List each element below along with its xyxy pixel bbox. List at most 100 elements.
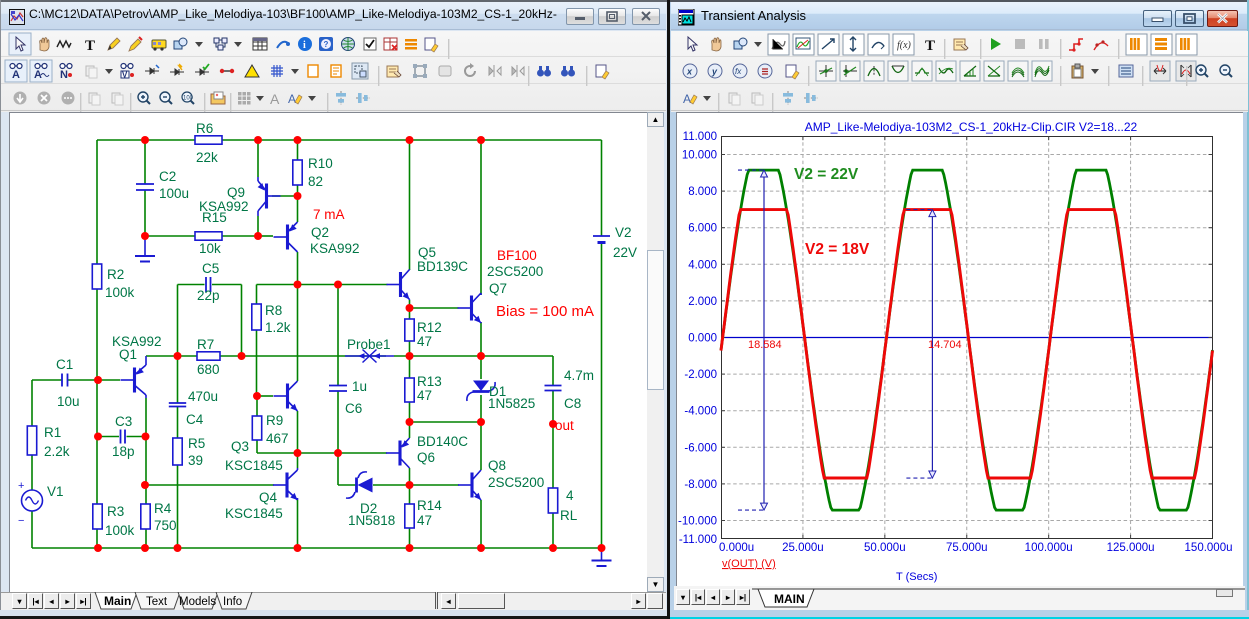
svg-text:11.000: 11.000 — [683, 131, 717, 143]
svg-text:R12: R12 — [417, 320, 442, 335]
svg-text:Q6: Q6 — [417, 450, 435, 465]
svg-text:AMP_Like-Melodiya-103M2_CS-1_2: AMP_Like-Melodiya-103M2_CS-1_20kHz-Clip.… — [805, 120, 1138, 134]
svg-text:50.000u: 50.000u — [864, 542, 906, 554]
svg-text:Q2: Q2 — [311, 225, 329, 240]
svg-text:Q9: Q9 — [227, 185, 245, 200]
svg-text:1u: 1u — [352, 379, 367, 394]
svg-text:MAIN: MAIN — [774, 592, 805, 606]
svg-text:out: out — [555, 418, 574, 433]
svg-text:Main: Main — [104, 594, 131, 608]
svg-text:R7: R7 — [197, 337, 214, 352]
svg-text:467: 467 — [266, 431, 289, 446]
svg-text:T (Secs): T (Secs) — [896, 571, 937, 583]
svg-text:2.000: 2.000 — [688, 296, 717, 308]
svg-text:22p: 22p — [197, 288, 220, 303]
svg-text:V2: V2 — [615, 225, 632, 240]
svg-text:-11.000: -11.000 — [679, 534, 717, 546]
svg-text:C6: C6 — [345, 401, 362, 416]
svg-text:2SC5200: 2SC5200 — [488, 475, 544, 490]
svg-text:BF100: BF100 — [497, 248, 537, 263]
svg-text:150.000u: 150.000u — [1185, 542, 1233, 554]
svg-text:6.000: 6.000 — [688, 223, 717, 235]
svg-text:V1: V1 — [47, 484, 64, 499]
svg-text:R5: R5 — [188, 436, 205, 451]
svg-text:22k: 22k — [196, 150, 218, 165]
svg-text:100u: 100u — [159, 186, 189, 201]
svg-text:R3: R3 — [107, 504, 124, 519]
svg-text:14.704: 14.704 — [928, 339, 962, 351]
svg-text:22V: 22V — [613, 245, 637, 260]
svg-text:470u: 470u — [188, 389, 218, 404]
svg-text:-6.000: -6.000 — [684, 442, 717, 454]
svg-text:100k: 100k — [105, 523, 135, 538]
svg-text:KSA992: KSA992 — [310, 241, 360, 256]
svg-text:R8: R8 — [265, 303, 282, 318]
svg-text:-2.000: -2.000 — [684, 369, 717, 381]
svg-text:10u: 10u — [57, 394, 80, 409]
svg-text:8.000: 8.000 — [688, 186, 717, 198]
svg-text:Models: Models — [179, 596, 216, 608]
svg-text:R14: R14 — [417, 498, 442, 513]
svg-text:Q5: Q5 — [418, 245, 436, 260]
svg-text:C4: C4 — [186, 412, 204, 427]
svg-text:18p: 18p — [112, 444, 135, 459]
svg-text:R1: R1 — [44, 425, 61, 440]
svg-text:0.000: 0.000 — [688, 333, 717, 345]
svg-text:Q3: Q3 — [231, 439, 249, 454]
svg-text:C5: C5 — [202, 261, 219, 276]
svg-text:0.000u: 0.000u — [719, 542, 754, 554]
svg-text:R4: R4 — [154, 501, 172, 516]
svg-text:25.000u: 25.000u — [782, 542, 824, 554]
svg-text:Info: Info — [223, 596, 242, 608]
svg-text:680: 680 — [197, 362, 220, 377]
svg-text:+: + — [18, 480, 24, 492]
svg-text:RL: RL — [560, 508, 578, 523]
svg-text:Bias = 100 mA: Bias = 100 mA — [496, 303, 594, 320]
svg-text:R10: R10 — [308, 156, 333, 171]
svg-text:4: 4 — [566, 488, 574, 503]
svg-text:-4.000: -4.000 — [684, 406, 717, 418]
svg-text:Q4: Q4 — [259, 490, 278, 505]
svg-text:47: 47 — [417, 388, 432, 403]
svg-text:4.000: 4.000 — [688, 259, 717, 271]
svg-text:C2: C2 — [159, 169, 176, 184]
svg-text:100.000u: 100.000u — [1025, 542, 1073, 554]
svg-text:KSC1845: KSC1845 — [225, 458, 283, 473]
svg-text:39: 39 — [188, 453, 203, 468]
svg-text:47: 47 — [417, 513, 432, 528]
svg-text:Probe1: Probe1 — [347, 337, 391, 352]
svg-text:C3: C3 — [115, 414, 132, 429]
svg-text:R13: R13 — [417, 374, 442, 389]
svg-text:2.2k: 2.2k — [44, 444, 70, 459]
svg-text:18.584: 18.584 — [748, 339, 782, 351]
svg-text:7 mA: 7 mA — [313, 207, 345, 222]
svg-text:R6: R6 — [196, 121, 213, 136]
svg-text:1N5825: 1N5825 — [488, 396, 535, 411]
svg-text:V2 = 18V: V2 = 18V — [805, 241, 870, 258]
svg-text:82: 82 — [308, 174, 323, 189]
svg-text:KSA992: KSA992 — [199, 199, 249, 214]
svg-text:Q1: Q1 — [119, 347, 137, 362]
svg-text:-8.000: -8.000 — [684, 479, 717, 491]
svg-text:v(OUT) (V): v(OUT) (V) — [722, 558, 776, 570]
svg-text:C8: C8 — [564, 396, 581, 411]
svg-text:Q8: Q8 — [488, 458, 506, 473]
svg-text:BD139C: BD139C — [417, 259, 468, 274]
svg-text:−: − — [18, 515, 24, 527]
svg-text:125.000u: 125.000u — [1107, 542, 1155, 554]
svg-text:Text: Text — [146, 596, 168, 608]
svg-text:10k: 10k — [199, 241, 221, 256]
svg-text:R2: R2 — [107, 267, 124, 282]
svg-text:47: 47 — [417, 334, 432, 349]
svg-text:100k: 100k — [105, 285, 135, 300]
svg-text:V2 = 22V: V2 = 22V — [794, 166, 859, 183]
svg-text:-10.000: -10.000 — [678, 516, 717, 528]
svg-text:Q7: Q7 — [489, 281, 507, 296]
svg-text:1.2k: 1.2k — [265, 320, 291, 335]
svg-text:10.000: 10.000 — [682, 150, 717, 162]
svg-text:KSC1845: KSC1845 — [225, 506, 283, 521]
svg-text:1N5818: 1N5818 — [348, 513, 395, 528]
svg-text:C1: C1 — [56, 357, 73, 372]
svg-text:4.7m: 4.7m — [564, 368, 594, 383]
svg-text:BD140C: BD140C — [417, 434, 468, 449]
